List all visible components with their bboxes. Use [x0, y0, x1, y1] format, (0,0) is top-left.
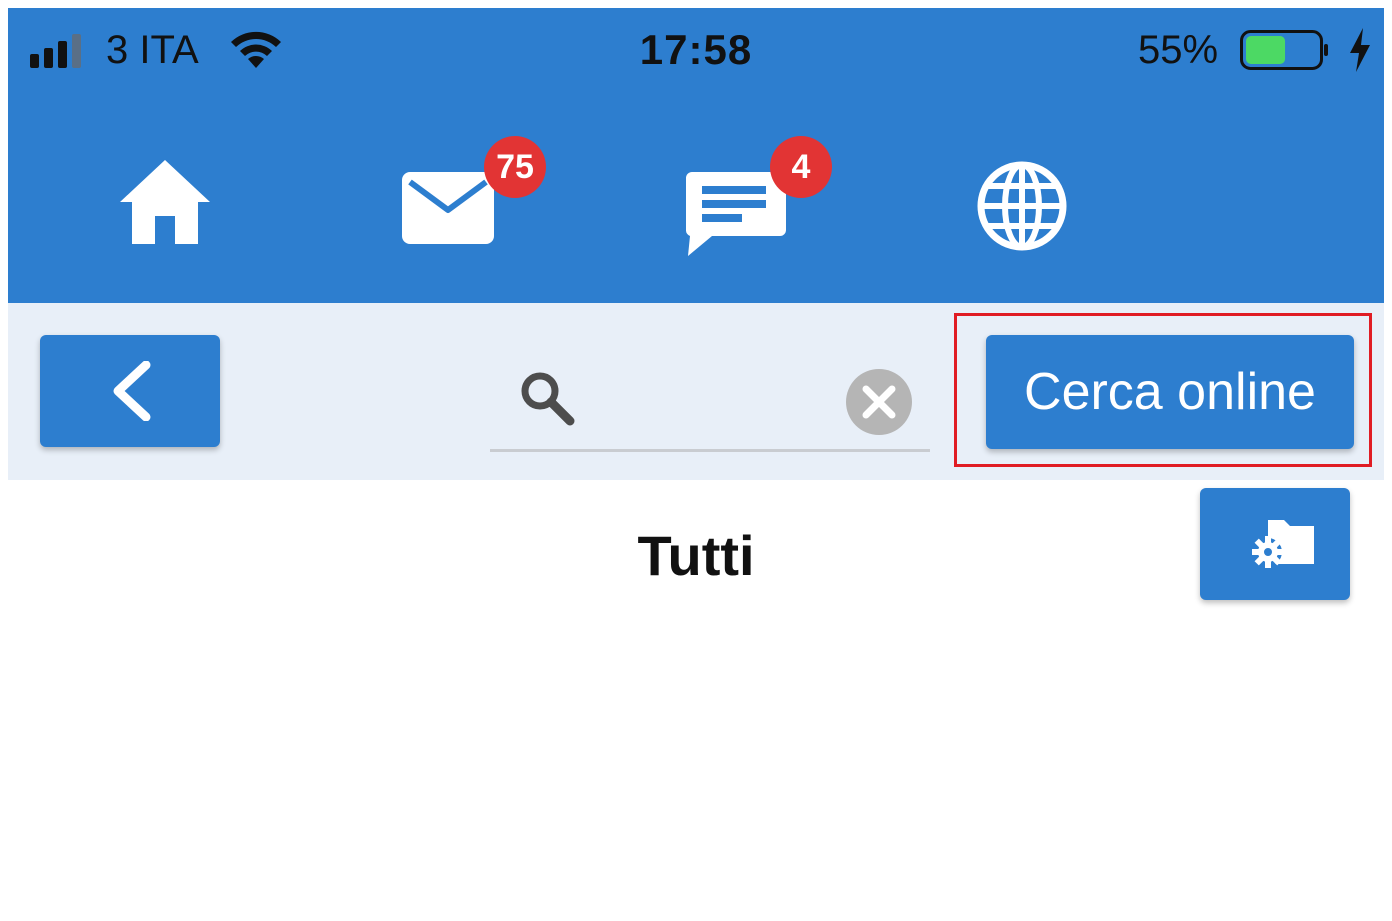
search-icon — [521, 372, 575, 426]
battery-percent: 55% — [1138, 28, 1219, 72]
chevron-left-icon — [113, 361, 151, 421]
highlight-box — [954, 313, 1372, 467]
home-icon[interactable] — [118, 156, 212, 246]
charging-bolt-icon — [1350, 28, 1370, 72]
folder-settings-button[interactable] — [1200, 488, 1350, 600]
search-input[interactable] — [490, 353, 930, 452]
status-bar: 3 ITA 17:58 55% — [8, 8, 1384, 88]
mail-icon[interactable] — [400, 170, 496, 246]
chat-icon[interactable] — [686, 170, 786, 256]
clear-search-icon[interactable] — [844, 367, 914, 437]
list-title: Tutti — [637, 524, 755, 587]
mail-unread-badge: 75 — [484, 136, 546, 198]
app-screen: 3 ITA 17:58 55% 75 4 Cerca online Tutti — [8, 8, 1384, 921]
top-bar: 3 ITA 17:58 55% 75 4 — [8, 8, 1384, 303]
folder-settings-icon — [1252, 520, 1314, 568]
battery-icon — [1240, 30, 1328, 70]
chat-unread-badge: 4 — [770, 136, 832, 198]
globe-icon[interactable] — [976, 160, 1068, 252]
search-toolbar: Cerca online — [8, 303, 1384, 480]
back-button[interactable] — [40, 335, 220, 447]
